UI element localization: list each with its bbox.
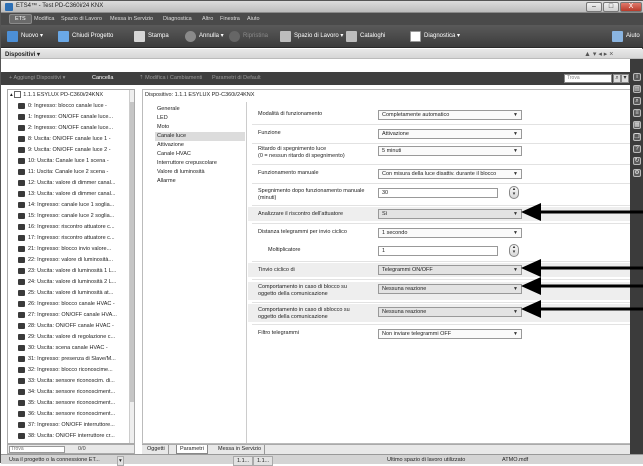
arrow-riscontro — [521, 203, 643, 221]
annotation-arrows — [521, 203, 643, 318]
arrow-invio — [521, 259, 643, 277]
arrow-blocco — [521, 277, 643, 295]
arrow-sblocco — [521, 300, 643, 318]
ets4-window: ETS4™ - Test PD-C360i/24 KNX – □ X ETS M… — [0, 0, 643, 466]
